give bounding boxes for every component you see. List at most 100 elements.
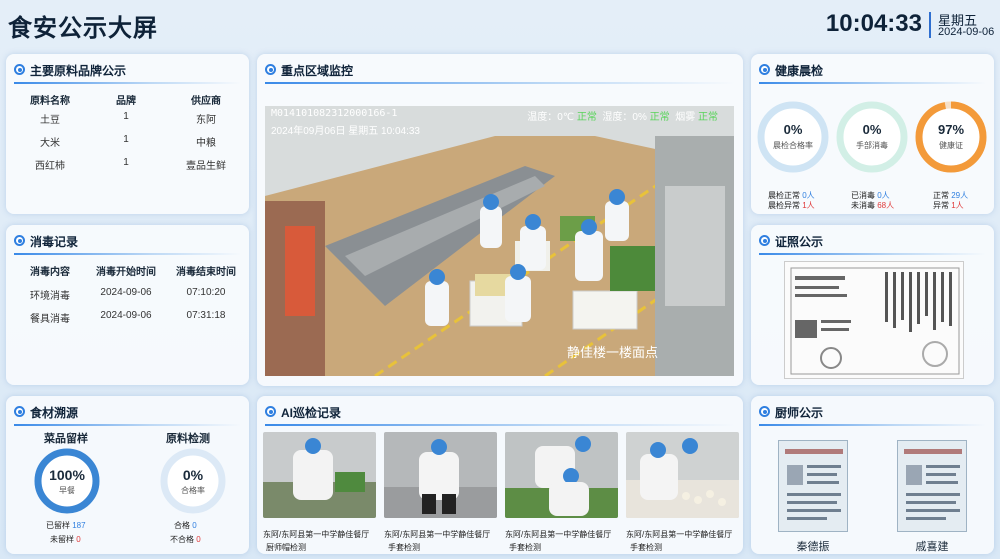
certificate-image [785,449,843,520]
camera-sensors: 温度：0℃ 正常 湿度：0% 正常 烟雾 正常 [527,108,718,123]
panel-header: 食材溯源 [6,396,249,426]
stat-label: 已消毒 [851,191,875,200]
stat-value: 0 [76,535,81,544]
ring-value: 0% [783,122,803,137]
bullet-icon [265,406,276,417]
stat: 晨检异常 1人 [768,200,815,211]
ai-caption: 东阿/东阿县第一中学静佳餐厅 [505,530,612,539]
stat-value: 0 [196,535,201,544]
panel-header: 证照公示 [751,225,994,255]
health-ring: 97% 健康证 [914,100,988,174]
kitchen-photo [384,432,497,518]
smoke-status: 正常 [698,112,718,123]
inspect-ring: 0% 合格率 [160,448,226,514]
stat-label: 正常 [933,191,949,200]
table-cell: 壹品生鲜 [186,161,226,172]
stat-label: 不合格 [170,535,194,544]
camera-datetime: 2024年09月06日 星期五 10:04:33 [271,126,420,137]
col-header: 原料名称 [30,96,70,107]
ring-chart [757,101,829,173]
humid-label: 湿度： [602,112,633,123]
humid-value: 0% [632,112,647,123]
ring-label: 健康证 [939,141,963,150]
col-header: 消毒内容 [30,267,70,278]
inspect-heading: 原料检测 [166,433,210,445]
kept-stat: 已留样 187 [46,520,86,531]
ai-thumbnail[interactable] [263,432,376,518]
temp-value: 0℃ [557,112,575,123]
kitchen-photo [505,432,618,518]
col-header: 供应商 [191,96,221,107]
panel-header: 健康晨检 [751,54,994,84]
date: 2024-09-06 [938,26,995,38]
disinfect-panel: 消毒记录 消毒内容 消毒开始时间 消毒结束时间 环境消毒 2024-09-06 … [6,225,249,385]
panel-header: 主要原料品牌公示 [6,54,249,84]
stat-label: 未留样 [50,535,74,544]
ai-tag: 手套检测 [630,543,662,552]
sample-label: 早餐 [59,486,75,495]
kitchen-scene [265,106,734,376]
kitchen-photo [263,432,376,518]
ai-caption: 东阿/东阿县第一中学静佳餐厅 [263,530,370,539]
ring-value: 0% [862,122,882,137]
stat-label: 未消毒 [851,201,875,210]
ai-thumbnail[interactable] [626,432,739,518]
humid-status: 正常 [649,112,670,123]
table-cell: 西红柿 [35,161,65,172]
table-cell: 中粮 [196,138,216,149]
table-cell: 2024-09-06 [100,287,152,298]
inspect-value: 0% [182,467,204,483]
chef-name: 秦德振 [796,541,830,553]
camera-id: M014101082312000166-1 [271,108,398,119]
ai-thumbnail[interactable] [505,432,618,518]
panel-title: 主要原料品牌公示 [30,64,127,78]
table-cell: 1 [123,157,129,168]
stat-label: 异常 [933,201,949,210]
table-cell: 2024-09-06 [100,310,152,321]
table-cell: 餐具消毒 [30,314,70,325]
kitchen-photo [626,432,739,518]
monitor-panel: 重点区域监控 M014101082312000166-1 2024年09月06日… [257,54,743,386]
stat-label: 合格 [174,521,190,530]
fail-stat: 不合格 0 [170,534,201,545]
traceability-panel: 食材溯源 菜品留样 原料检测 100% 早餐 0% 合格率 已留样 187 未留… [6,396,249,554]
panel-title: 重点区域监控 [281,64,354,78]
stat-label: 已留样 [46,521,70,530]
bullet-icon [14,235,25,246]
smoke-label: 烟雾 [675,112,696,123]
page-title: 食安公示大屏 [8,15,158,42]
chef-name: 戚喜建 [915,541,949,553]
notkept-stat: 未留样 0 [50,534,81,545]
stat-value: 1人 [802,201,815,210]
stat-value: 29人 [951,191,969,200]
table-cell: 07:31:18 [186,310,226,321]
ai-thumbnail[interactable] [384,432,497,518]
camera-feed[interactable]: M014101082312000166-1 2024年09月06日 星期五 10… [265,106,734,376]
table-cell: 大米 [40,138,60,149]
ai-tag: 手套检测 [388,543,420,552]
col-header: 消毒开始时间 [96,267,156,278]
panel-header: 消毒记录 [6,225,249,255]
camera-location: 静佳楼一楼面点 [567,345,659,360]
materials-panel: 主要原料品牌公示 原料名称 品牌 供应商 土豆 1 东阿 大米 1 中粮 西红柿… [6,54,249,214]
stat-value: 0人 [802,191,815,200]
table-cell: 环境消毒 [30,291,70,302]
table-cell: 土豆 [40,115,60,126]
ring-chart [836,101,908,173]
panel-title: 健康晨检 [775,64,824,78]
license-image[interactable] [784,261,964,379]
ai-tag: 厨师帽检测 [266,543,306,552]
stat: 未消毒 68人 [851,200,894,211]
panel-title: 消毒记录 [30,235,79,249]
ring-chart [915,101,987,173]
ai-caption: 东阿/东阿县第一中学静佳餐厅 [384,530,491,539]
chef-certificate[interactable] [778,440,848,532]
chef-certificate[interactable] [897,440,967,532]
col-header: 消毒结束时间 [176,267,236,278]
bullet-icon [759,64,770,75]
ai-caption: 东阿/东阿县第一中学静佳餐厅 [626,530,733,539]
panel-title: AI巡检记录 [281,406,342,420]
chefs-panel: 厨师公示 秦德振 戚喜建 [751,396,994,554]
sample-ring: 100% 早餐 [34,448,100,514]
date-divider [929,12,931,38]
